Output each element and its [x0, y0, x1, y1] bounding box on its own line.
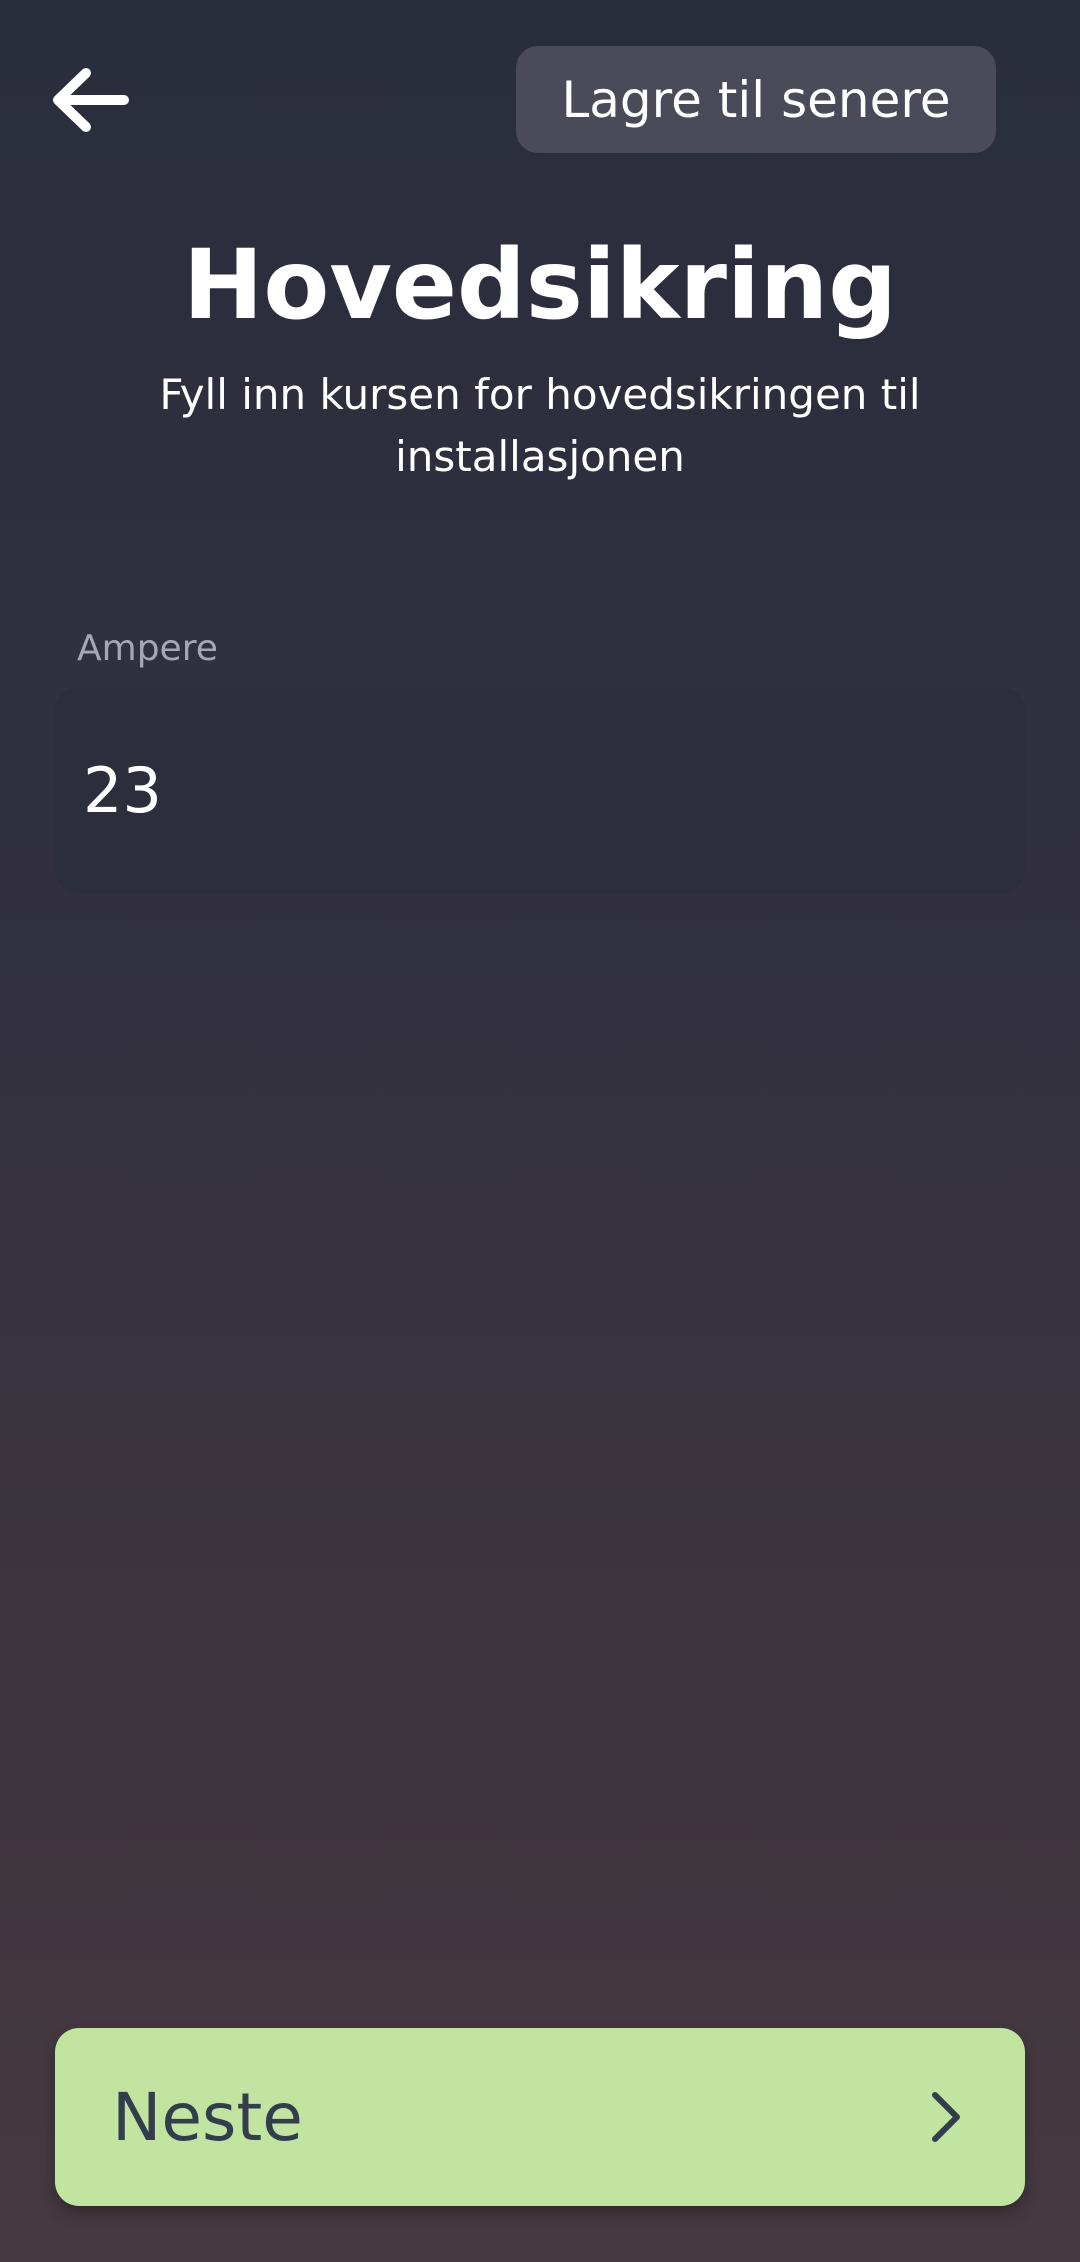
ampere-field-label: Ampere	[77, 628, 218, 669]
back-button[interactable]	[40, 55, 140, 145]
ampere-input[interactable]	[83, 754, 997, 827]
next-button[interactable]: Neste	[55, 2028, 1025, 2206]
chevron-right-icon	[925, 2087, 965, 2147]
arrow-left-icon	[50, 65, 130, 135]
save-for-later-button[interactable]: Lagre til senere	[516, 46, 996, 153]
ampere-field-container[interactable]	[55, 688, 1025, 893]
page-subtitle: Fyll inn kursen for hovedsikringen til i…	[159, 370, 921, 481]
page-title: Hovedsikring	[183, 229, 897, 341]
next-button-label: Neste	[112, 2078, 303, 2156]
